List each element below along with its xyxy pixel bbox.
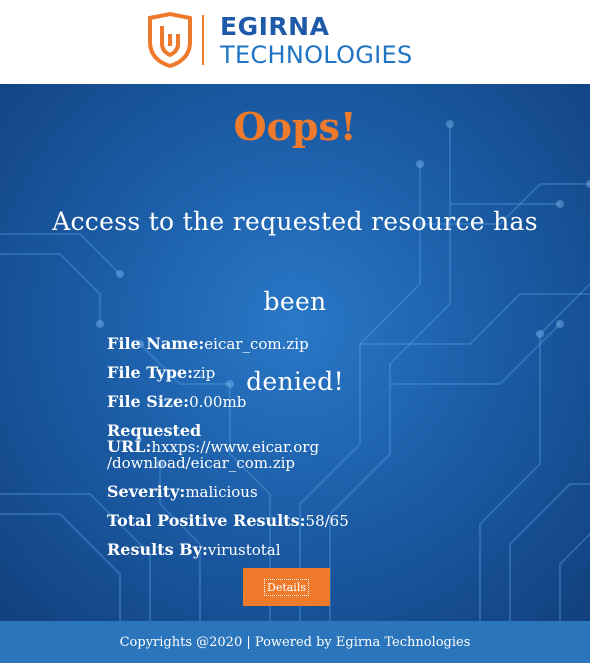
- details-button[interactable]: Details: [243, 568, 330, 606]
- detail-file-size: File Size:0.00mb: [107, 392, 407, 411]
- footer: Copyrights @2020 | Powered by Egirna Tec…: [0, 621, 590, 663]
- detail-value: 58/65: [305, 512, 349, 530]
- detail-severity: Severity:malicious: [107, 482, 407, 501]
- detail-value: 0.00mb: [189, 393, 247, 411]
- detail-label: Total Positive Results:: [107, 511, 306, 530]
- detail-total-positive-results: Total Positive Results:58/65: [107, 511, 407, 530]
- logo-wordmark-top: EGIRNA: [220, 11, 330, 41]
- detail-file-name: File Name:eicar_com.zip: [107, 334, 407, 353]
- detail-value: virustotal: [207, 541, 281, 559]
- detail-requested-url: Requested URL:hxxps://www.eicar.org /dow…: [107, 423, 407, 472]
- detail-label: Severity:: [107, 482, 186, 501]
- shield-logo-icon: [148, 12, 192, 68]
- detail-label: Results By:: [107, 540, 208, 559]
- detail-value: zip: [192, 364, 216, 382]
- logo-wordmark-bottom: TECHNOLOGIES: [220, 40, 413, 69]
- page-title: Oops!: [233, 104, 357, 149]
- detail-label: File Name:: [107, 334, 205, 353]
- file-details: File Name:eicar_com.zip File Type:zip Fi…: [107, 336, 407, 571]
- footer-copyright: Copyrights @2020 | Powered by Egirna Tec…: [119, 634, 471, 650]
- details-button-label: Details: [264, 578, 309, 596]
- detail-label: File Type:: [107, 363, 193, 382]
- detail-results-by: Results By:virustotal: [107, 540, 407, 559]
- detail-file-type: File Type:zip: [107, 363, 407, 382]
- detail-label: File Size:: [107, 392, 190, 411]
- detail-value: eicar_com.zip: [204, 335, 309, 353]
- logo-divider: [202, 15, 204, 65]
- blocked-page-panel: Oops! Access to the requested resource h…: [0, 84, 590, 621]
- company-logo: EGIRNA TECHNOLOGIES: [146, 12, 413, 68]
- header: EGIRNA TECHNOLOGIES: [0, 0, 590, 84]
- access-denied-message-line1: Access to the requested resource has bee…: [52, 207, 538, 316]
- detail-value: malicious: [185, 483, 258, 501]
